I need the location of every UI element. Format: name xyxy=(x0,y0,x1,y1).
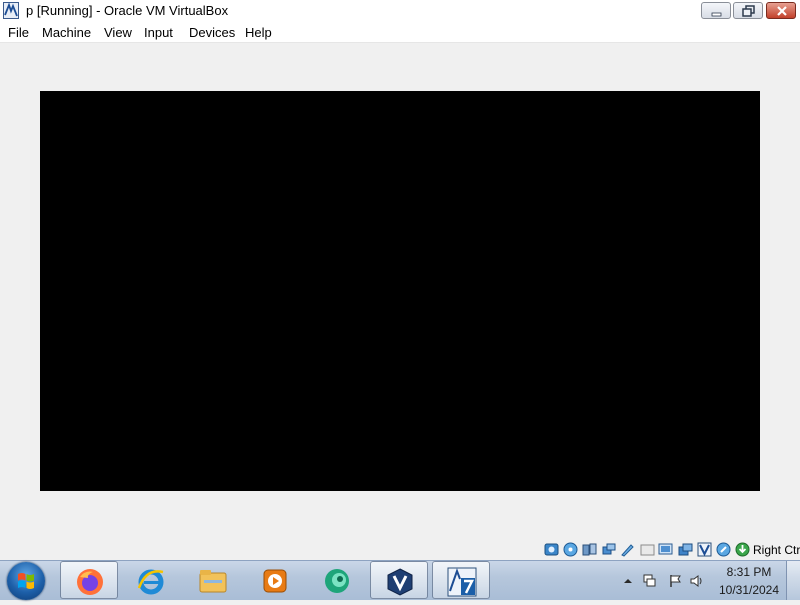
network-tray-icon[interactable] xyxy=(643,574,657,588)
menu-file[interactable]: File xyxy=(8,25,29,40)
host-key-label: Right Ctrl xyxy=(753,543,800,557)
shared-folders-icon[interactable] xyxy=(640,542,655,557)
internet-explorer-icon xyxy=(137,569,164,595)
mouse-integration-icon[interactable] xyxy=(716,542,731,557)
show-hidden-icons-icon[interactable] xyxy=(621,574,635,588)
maximize-button[interactable] xyxy=(733,2,763,19)
taskbar-vm-window[interactable] xyxy=(432,561,490,599)
minimize-button[interactable] xyxy=(701,2,731,19)
media-player-icon xyxy=(263,569,287,593)
taskbar-firefox[interactable] xyxy=(60,561,118,599)
virtualbox-icon[interactable] xyxy=(3,2,19,19)
menu-input[interactable]: Input xyxy=(144,25,173,40)
close-icon xyxy=(777,6,787,16)
menu-machine[interactable]: Machine xyxy=(42,25,91,40)
windows-logo-icon xyxy=(18,573,34,589)
firefox-icon xyxy=(77,569,103,595)
taskbar-virtualbox[interactable] xyxy=(370,561,428,599)
title-bar[interactable]: p [Running] - Oracle VM VirtualBox xyxy=(0,0,800,23)
file-explorer-icon xyxy=(199,570,227,593)
maximize-icon xyxy=(742,5,755,17)
network-icon[interactable] xyxy=(601,542,616,557)
taskbar-internet-explorer[interactable] xyxy=(122,561,180,599)
audio-icon[interactable] xyxy=(582,542,597,557)
taskbar-app[interactable] xyxy=(308,561,366,599)
keyboard-icon[interactable] xyxy=(735,542,750,557)
taskbar-file-explorer[interactable] xyxy=(184,561,242,599)
app-icon xyxy=(325,569,349,593)
status-bar: Right Ctrl xyxy=(0,540,800,560)
usb-icon[interactable] xyxy=(620,542,635,557)
vm-screen[interactable] xyxy=(40,91,760,491)
taskbar-media-player[interactable] xyxy=(246,561,304,599)
hard-disk-icon[interactable] xyxy=(544,542,559,557)
action-center-icon[interactable] xyxy=(668,574,682,588)
show-desktop-button[interactable] xyxy=(786,561,800,600)
minimize-icon xyxy=(711,12,722,17)
clock-date[interactable]: 10/31/2024 xyxy=(716,583,782,597)
window-title: p [Running] - Oracle VM VirtualBox xyxy=(26,3,229,18)
display-icon[interactable] xyxy=(658,542,673,557)
virtualization-icon[interactable] xyxy=(697,542,712,557)
menu-bar: File Machine View Input Devices Help xyxy=(0,22,800,43)
clock-time[interactable]: 8:31 PM xyxy=(716,565,782,579)
optical-drive-icon[interactable] xyxy=(563,542,578,557)
virtualbox-icon xyxy=(387,568,413,596)
start-button[interactable] xyxy=(7,562,45,600)
taskbar: 8:31 PM 10/31/2024 xyxy=(0,560,800,600)
recording-icon[interactable] xyxy=(678,542,693,557)
windows7-vm-icon xyxy=(447,567,477,597)
menu-view[interactable]: View xyxy=(104,25,132,40)
volume-icon[interactable] xyxy=(690,574,704,588)
menu-devices[interactable]: Devices xyxy=(189,25,235,40)
menu-help[interactable]: Help xyxy=(245,25,272,40)
close-button[interactable] xyxy=(766,2,796,19)
